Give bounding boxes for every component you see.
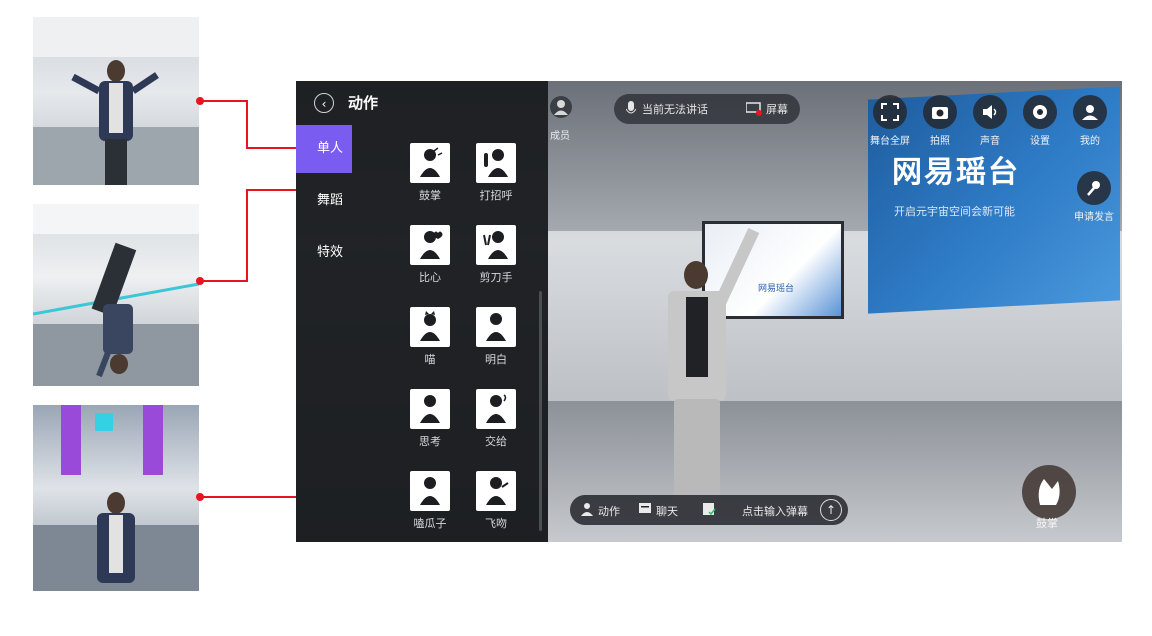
screen-share-button[interactable]: 屏幕 (766, 101, 788, 117)
profile-button[interactable]: 我的 (1070, 95, 1110, 147)
action-item[interactable]: 嗑瓜子 (404, 471, 452, 535)
category-tab-dance[interactable]: 舞蹈 (296, 177, 352, 225)
bottom-bar: 动作 聊天 点击输入弹幕 ↑ (570, 495, 848, 525)
action-item[interactable]: 飞吻 (470, 471, 518, 535)
billboard-title: 网易瑶台 (892, 155, 1020, 190)
cat-icon (420, 311, 440, 341)
billboard-subtitle: 开启元宇宙空间会新可能 (894, 205, 1015, 218)
preview-thumbnail-effect (33, 405, 199, 591)
connector-line (246, 100, 248, 149)
preview-thumbnail-wave (33, 17, 199, 185)
user-avatar (658, 227, 760, 531)
members-icon (554, 100, 568, 115)
clap-icon (420, 147, 443, 177)
peace-sign-icon (483, 231, 508, 259)
connector-line (246, 189, 248, 282)
members-button[interactable] (550, 96, 572, 118)
action-panel: ‹ 动作 单人 舞蹈 特效 鼓掌 打招呼 比心 剪刀手 喵 明白 思考 交给 嗑… (296, 81, 548, 542)
camera-icon (932, 107, 948, 119)
chat-button[interactable]: 聊天 (656, 503, 678, 519)
panel-scrollbar[interactable] (539, 291, 542, 531)
speaker-icon (983, 105, 997, 119)
panel-title: 动作 (348, 94, 379, 112)
apply-speak-button[interactable]: 申请发言 (1068, 171, 1120, 223)
voice-status-pill: 当前无法讲话 屏幕 (614, 94, 800, 124)
sound-button[interactable]: 声音 (970, 95, 1010, 147)
danmaku-icon (703, 503, 716, 516)
blow-kiss-icon (486, 477, 509, 505)
microphone-request-icon (1087, 181, 1100, 196)
gear-icon (1033, 105, 1047, 119)
mic-status-text: 当前无法讲话 (642, 103, 708, 116)
action-item[interactable]: 明白 (470, 307, 518, 371)
members-label: 成员 (550, 131, 570, 142)
ok-gesture-icon (486, 313, 508, 341)
preview-thumbnail-handstand (33, 204, 199, 386)
send-button[interactable]: ↑ (820, 499, 842, 521)
user-icon (1082, 105, 1098, 120)
heart-hands-icon (420, 231, 443, 259)
connector-line (200, 496, 296, 498)
action-item[interactable]: 思考 (404, 389, 452, 453)
action-item[interactable]: 打招呼 (470, 143, 518, 207)
category-tab-effects[interactable]: 特效 (296, 229, 352, 277)
capture-button[interactable]: 拍照 (920, 95, 960, 147)
stage-screen-logo: 网易瑶台 (758, 284, 795, 294)
app-window: 网易瑶台 开启元宇宙空间会新可能 网易瑶台 ‹ 动作 单人 舞蹈 特效 鼓掌 打… (296, 81, 1122, 542)
action-item[interactable]: 交给 (470, 389, 518, 453)
fullscreen-icon (881, 103, 899, 121)
connector-line (246, 189, 296, 191)
thinking-icon (420, 395, 440, 423)
leave-it-to-me-icon (486, 394, 507, 423)
action-item[interactable]: 鼓掌 (404, 143, 452, 207)
connector-line (200, 280, 247, 282)
panel-header: ‹ 动作 (296, 81, 548, 125)
eating-seeds-icon (420, 477, 440, 505)
action-button[interactable]: 动作 (598, 503, 620, 519)
chat-icon (639, 503, 651, 513)
clapping-hands-icon (1038, 479, 1060, 505)
connector-line (246, 147, 296, 149)
settings-button[interactable]: 设置 (1020, 95, 1060, 147)
microphone-icon (626, 101, 636, 114)
fullscreen-button[interactable]: 舞台全屏 (870, 95, 910, 147)
clap-label: 鼓掌 (1036, 517, 1058, 530)
back-button[interactable]: ‹ (314, 93, 334, 113)
danmaku-input[interactable]: 点击输入弹幕 (742, 503, 808, 519)
connector-line (200, 100, 247, 102)
action-item[interactable]: 剪刀手 (470, 225, 518, 289)
wave-icon (484, 149, 508, 177)
clap-button[interactable] (1022, 465, 1076, 519)
screen-share-icon (746, 102, 762, 116)
action-item[interactable]: 喵 (404, 307, 452, 371)
action-icon (581, 503, 593, 516)
category-tab-single[interactable]: 单人 (296, 125, 352, 173)
action-item[interactable]: 比心 (404, 225, 452, 289)
